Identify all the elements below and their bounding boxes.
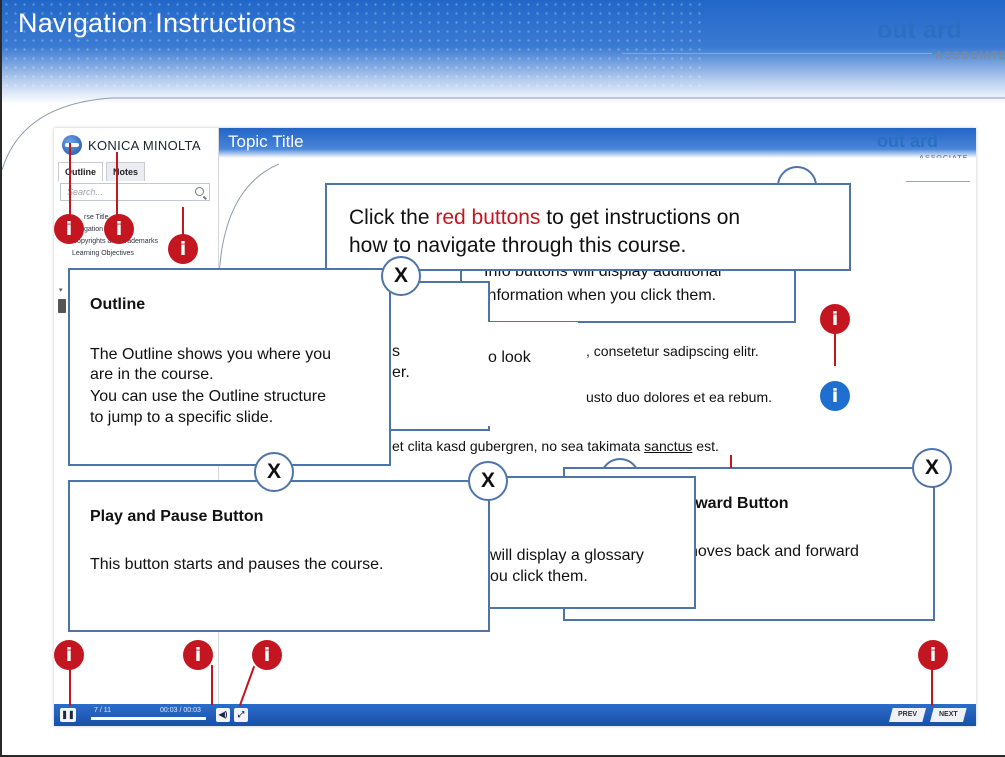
volume-button[interactable]: ◀) — [216, 708, 230, 722]
outline-item-objectives[interactable]: Learning Objectives — [72, 250, 134, 257]
logo-subtext: ASSOCIATE — [935, 50, 1005, 62]
tab-outline[interactable]: Outline — [58, 162, 103, 181]
body-text-line-3-end: est. — [692, 438, 719, 454]
outline-callout-line-2: are in the course. — [90, 366, 214, 383]
volume-pointer — [211, 665, 213, 705]
slide-title: Navigation Instructions — [18, 8, 296, 38]
look-fragment: o look — [488, 349, 531, 366]
outward-logo: out ard ASSOCIATE — [877, 16, 1005, 66]
notes-info-button[interactable]: i — [104, 214, 134, 244]
content-header: Topic Title out ard ASSOCIATE — [219, 128, 976, 162]
outline-callout-line-3: You can use the Outline structure — [90, 388, 326, 405]
glossary-pointer — [730, 455, 732, 468]
sidebar-tabs: Outline Notes — [58, 162, 146, 181]
body-text-line-1: , consetetur sadipscing elitr. — [586, 343, 759, 359]
fullscreen-button[interactable]: ⤢ — [234, 708, 248, 722]
glossary-callout-line-2: ou click them. — [490, 568, 588, 585]
brand-name: KONICA MINOLTA — [88, 137, 201, 153]
body-text-line-3-start: et clita kasd gubergren, no sea takimata — [392, 438, 645, 454]
notes-tab-pointer — [116, 152, 118, 218]
next-pointer — [931, 668, 933, 706]
player-controls: ❚❚ 7 / 11 00:03 / 00:03 ◀) ⤢ PREV NEXT — [54, 704, 976, 726]
search-placeholder: Search... — [67, 187, 104, 197]
logo-text: out ard — [877, 16, 962, 44]
outline-callout-line-1: The Outline shows you where you — [90, 346, 332, 363]
current-slide-marker — [58, 299, 66, 313]
play-close-button[interactable]: X — [254, 452, 294, 492]
glossary-callout-line-1: will display a glossary — [490, 547, 644, 564]
outline-callout: Outline The Outline shows you where you … — [68, 268, 391, 466]
search-info-button[interactable]: i — [168, 234, 198, 264]
look-callout: o look — [488, 322, 578, 426]
outline-tab-pointer — [69, 143, 71, 218]
intro-text-start: Click the — [349, 206, 436, 229]
outline-close-button[interactable]: X — [381, 256, 421, 296]
play-pause-callout: Play and Pause Button This button starts… — [68, 480, 490, 632]
forward-callout-line-1: noves back and forward — [689, 543, 859, 560]
konica-minolta-logo-icon — [62, 135, 82, 155]
fullscreen-info-button[interactable]: i — [252, 640, 282, 670]
glossary-callout: will display a glossary ou click them. — [488, 476, 696, 609]
play-pause-button[interactable]: ❚❚ — [60, 708, 76, 722]
prev-button[interactable]: PREV — [889, 708, 927, 722]
volume-info-button[interactable]: i — [183, 640, 213, 670]
body-text-line-2: usto duo dolores et ea rebum. — [586, 389, 773, 405]
info-button-pointer — [834, 333, 836, 366]
play-pointer — [69, 668, 71, 706]
player-logo-text: out ard — [877, 131, 938, 151]
search-input[interactable]: Search... — [60, 183, 210, 201]
intro-line-1: Click the red buttons to get instruction… — [349, 205, 740, 231]
outline-item-course-title[interactable]: rse Title — [84, 214, 109, 221]
progress-bar[interactable] — [91, 717, 206, 720]
search-pointer — [182, 207, 184, 235]
blue-info-button[interactable]: i — [820, 381, 850, 411]
info-buttons-info-button[interactable]: i — [820, 304, 850, 334]
forward-close-button[interactable]: X — [912, 448, 952, 488]
slide: Navigation Instructions out ard ASSOCIAT… — [0, 0, 1005, 757]
glossary-close-button[interactable]: X — [468, 461, 508, 501]
forward-callout-heading: rward Button — [689, 495, 789, 512]
search-icon[interactable] — [195, 187, 204, 196]
intro-text-end: to get instructions on — [540, 206, 741, 229]
hidden-callout-line-1: s — [392, 343, 400, 360]
time-display: 00:03 / 00:03 — [160, 707, 201, 714]
outline-callout-line-4: to jump to a specific slide. — [90, 409, 274, 426]
topic-title: Topic Title — [228, 132, 304, 151]
brand: KONICA MINOLTA — [62, 134, 201, 156]
collapse-arrow-icon[interactable]: ▾ — [59, 286, 63, 294]
outline-callout-heading: Outline — [90, 296, 146, 313]
next-button[interactable]: NEXT — [930, 708, 967, 722]
slide-counter: 7 / 11 — [94, 707, 111, 714]
progress-fill — [91, 717, 206, 720]
info-callout-line-2: information when you click them. — [484, 287, 717, 304]
play-callout-text: This button starts and pauses the course… — [90, 556, 384, 573]
glossary-term-sanctus[interactable]: sanctus — [644, 438, 692, 454]
body-text-line-3: et clita kasd gubergren, no sea takimata… — [392, 438, 719, 454]
hidden-callout-line-2: er. — [392, 364, 410, 381]
play-callout-heading: Play and Pause Button — [90, 508, 264, 525]
tab-notes[interactable]: Notes — [106, 162, 146, 181]
intro-red-buttons: red buttons — [435, 206, 541, 229]
outline-info-button[interactable]: i — [54, 214, 84, 244]
next-info-button[interactable]: i — [918, 640, 948, 670]
play-info-button[interactable]: i — [54, 640, 84, 670]
content-divider — [906, 181, 970, 182]
